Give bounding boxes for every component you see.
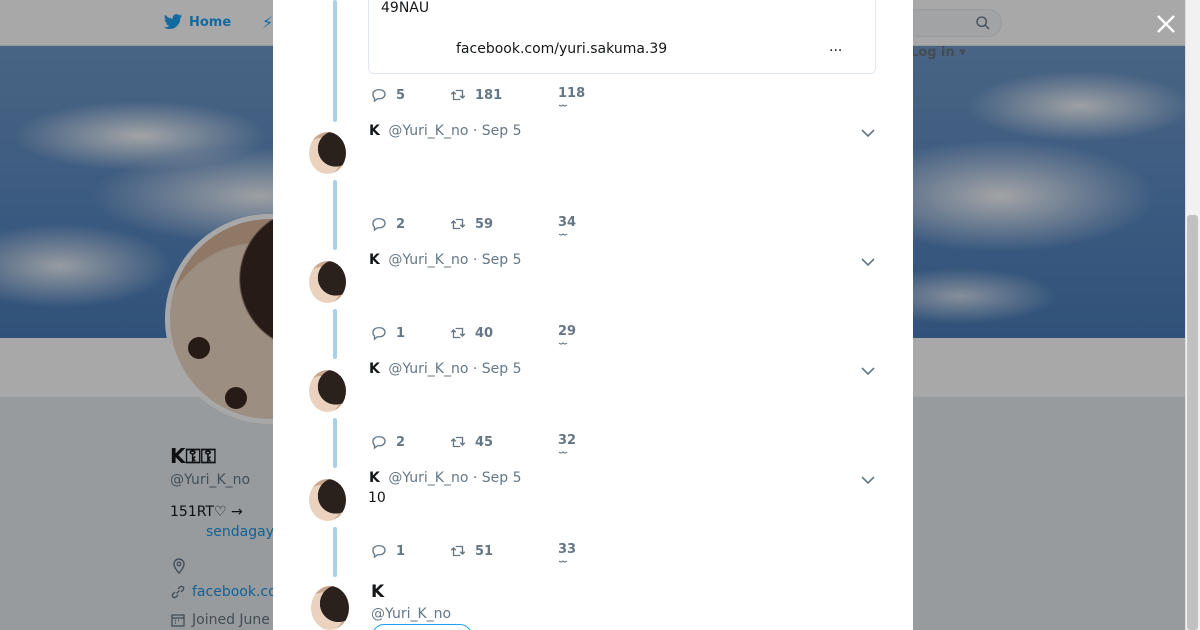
thread-line	[333, 418, 337, 468]
retweet-count: 59	[475, 216, 494, 232]
like-button[interactable]: 29	[558, 324, 576, 339]
reply-count: 2	[396, 434, 406, 450]
thread-line	[333, 0, 337, 122]
thread-line	[333, 309, 337, 359]
retweet-count: 51	[475, 543, 494, 559]
reply-button[interactable]: 5	[370, 86, 405, 104]
tweet-header: K @Yuri_K_no · Sep 5	[369, 252, 522, 272]
tweet-author-name[interactable]: K	[369, 361, 380, 377]
reply-icon	[372, 436, 386, 450]
tweet-date[interactable]: Sep 5	[482, 123, 522, 139]
card-text: 49NAU	[381, 0, 430, 16]
like-count: 29	[558, 324, 577, 339]
reply-icon	[372, 545, 386, 559]
footer-profile-handle[interactable]: @Yuri_K_no	[371, 606, 451, 622]
tweet-author-handle[interactable]: @Yuri_K_no	[388, 123, 468, 139]
reply-button[interactable]: 1	[370, 324, 405, 342]
tweet-actions: 1 40 29	[370, 324, 610, 345]
chevron-down-icon[interactable]	[861, 475, 875, 485]
retweet-icon	[450, 89, 466, 101]
like-count: 33	[558, 542, 577, 557]
tweet-header: K @Yuri_K_no · Sep 5	[369, 123, 522, 143]
footer-profile-name[interactable]: K	[371, 582, 384, 602]
retweet-button[interactable]: 181	[449, 86, 502, 104]
avatar[interactable]	[309, 479, 346, 521]
tweet-header: K @Yuri_K_no · Sep 5	[369, 470, 522, 490]
heart-icon	[558, 451, 568, 454]
avatar[interactable]	[309, 261, 346, 303]
tweet-actions: 2 59 34	[370, 215, 610, 236]
heart-icon	[558, 233, 568, 236]
retweet-icon	[450, 545, 466, 557]
tweet-author-handle[interactable]: @Yuri_K_no	[388, 361, 468, 377]
thread-line	[333, 180, 337, 250]
avatar[interactable]	[309, 370, 346, 412]
chevron-down-icon[interactable]	[861, 257, 875, 267]
tweet-author-name[interactable]: K	[369, 123, 380, 139]
tweet-thread-modal: 49NAU facebook.com/yuri.sakuma.39 ... 5 …	[273, 0, 913, 630]
tweet-date[interactable]: Sep 5	[482, 252, 522, 268]
chevron-down-icon[interactable]	[861, 366, 875, 376]
scrollbar-thumb[interactable]	[1187, 215, 1198, 630]
follow-button[interactable]	[372, 624, 472, 630]
retweet-button[interactable]: 45	[449, 433, 493, 451]
retweet-button[interactable]: 51	[449, 542, 493, 560]
like-count: 118	[558, 86, 586, 101]
retweet-count: 181	[475, 87, 503, 103]
retweet-icon	[450, 327, 466, 339]
heart-icon	[558, 560, 568, 563]
avatar[interactable]	[311, 586, 349, 630]
avatar[interactable]	[309, 132, 346, 174]
retweet-button[interactable]: 40	[449, 324, 493, 342]
reply-count: 2	[396, 216, 406, 232]
reply-button[interactable]: 2	[370, 433, 405, 451]
tweet-dot: ·	[472, 470, 478, 486]
tweet-actions: 2 45 32	[370, 433, 610, 454]
reply-count: 5	[396, 87, 406, 103]
retweet-count: 40	[475, 325, 494, 341]
tweet-date[interactable]: Sep 5	[482, 470, 522, 486]
reply-icon	[372, 327, 386, 341]
reply-icon	[372, 89, 386, 103]
tweet-actions: 5 181 118	[370, 86, 610, 107]
retweet-button[interactable]: 59	[449, 215, 493, 233]
like-button[interactable]: 34	[558, 215, 576, 230]
reply-count: 1	[396, 543, 406, 559]
reply-button[interactable]: 1	[370, 542, 405, 560]
card-link[interactable]: facebook.com/yuri.sakuma.39	[456, 41, 667, 57]
retweet-count: 45	[475, 434, 494, 450]
like-button[interactable]: 33	[558, 542, 576, 557]
like-count: 32	[558, 433, 577, 448]
page-scrollbar[interactable]	[1185, 0, 1200, 630]
link-card[interactable]: 49NAU facebook.com/yuri.sakuma.39 ...	[368, 0, 876, 74]
like-count: 34	[558, 215, 577, 230]
reply-button[interactable]: 2	[370, 215, 405, 233]
reply-icon	[372, 218, 386, 232]
retweet-icon	[450, 436, 466, 448]
like-button[interactable]: 32	[558, 433, 576, 448]
thread-line	[333, 527, 337, 577]
tweet-text: 10	[368, 490, 386, 506]
tweet-actions: 1 51 33	[370, 542, 610, 563]
retweet-icon	[450, 218, 466, 230]
card-more: ...	[829, 39, 843, 55]
chevron-down-icon[interactable]	[861, 128, 875, 138]
tweet-author-handle[interactable]: @Yuri_K_no	[388, 470, 468, 486]
heart-icon	[558, 342, 568, 345]
tweet-author-name[interactable]: K	[369, 470, 380, 486]
tweet-header: K @Yuri_K_no · Sep 5	[369, 361, 522, 381]
tweet-dot: ·	[472, 252, 478, 268]
tweet-dot: ·	[472, 361, 478, 377]
tweet-dot: ·	[472, 123, 478, 139]
close-icon[interactable]	[1154, 12, 1178, 36]
tweet-author-handle[interactable]: @Yuri_K_no	[388, 252, 468, 268]
tweet-date[interactable]: Sep 5	[482, 361, 522, 377]
like-button[interactable]: 118	[558, 86, 585, 101]
tweet-author-name[interactable]: K	[369, 252, 380, 268]
heart-icon	[558, 104, 568, 107]
reply-count: 1	[396, 325, 406, 341]
